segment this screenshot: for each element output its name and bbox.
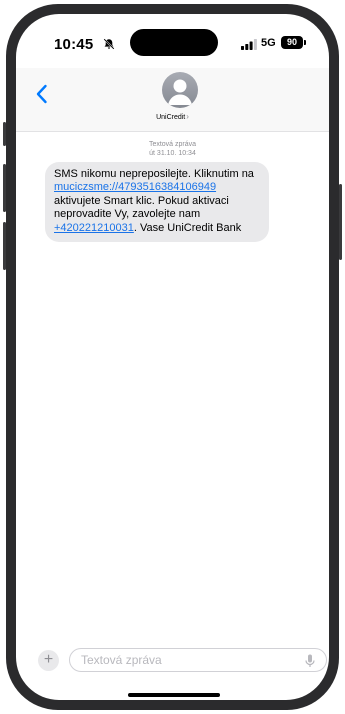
dynamic-island — [130, 29, 218, 56]
chevron-right-icon: › — [186, 112, 189, 121]
message-text-1: SMS nikomu nepreposilejte. Kliknutim na — [54, 168, 254, 180]
message-timestamp: út 31.10. 10:34 — [149, 150, 196, 157]
bell-slash-icon — [103, 38, 115, 50]
message-type-label: Textová zpráva — [148, 141, 197, 148]
person-silhouette-icon — [168, 79, 192, 105]
microphone-icon[interactable] — [304, 654, 316, 668]
message-bubble[interactable]: SMS nikomu nepreposilejte. Kliknutim na … — [45, 162, 269, 243]
home-indicator[interactable] — [128, 693, 220, 697]
screen: 10:45 5G 90 UniCredit› Textová zpráva út… — [16, 14, 329, 700]
message-text-2: aktivujete Smart klic. Pokud aktivaci ne… — [54, 194, 229, 221]
volume-up-button — [3, 164, 6, 212]
message-composer: + — [16, 647, 329, 677]
conversation-header: UniCredit› — [16, 68, 329, 132]
cellular-signal-icon — [241, 39, 257, 50]
status-bar: 10:45 5G 90 — [16, 14, 329, 68]
phone-frame: 10:45 5G 90 UniCredit› Textová zpráva út… — [3, 4, 342, 710]
phone-number-link[interactable]: +420221210031 — [54, 222, 134, 234]
message-meta: Textová zpráva út 31.10. 10:34 — [16, 140, 329, 158]
status-time: 10:45 — [54, 36, 94, 53]
mute-switch — [3, 122, 6, 146]
chevron-left-icon[interactable] — [32, 82, 54, 106]
network-type: 5G — [261, 37, 276, 49]
activation-link[interactable]: muciczsme://4793516384106949 — [54, 181, 216, 193]
contact-name: UniCredit — [156, 114, 186, 121]
contact-avatar[interactable] — [162, 72, 198, 108]
battery-cap — [304, 40, 306, 45]
power-button — [339, 184, 342, 260]
message-text-3: . Vase UniCredit Bank — [133, 221, 242, 234]
volume-down-button — [3, 222, 6, 270]
battery-level: 90 — [281, 36, 303, 49]
add-attachment-button[interactable]: + — [38, 650, 59, 671]
contact-name-row[interactable]: UniCredit› — [16, 112, 329, 121]
message-input[interactable] — [69, 648, 327, 672]
